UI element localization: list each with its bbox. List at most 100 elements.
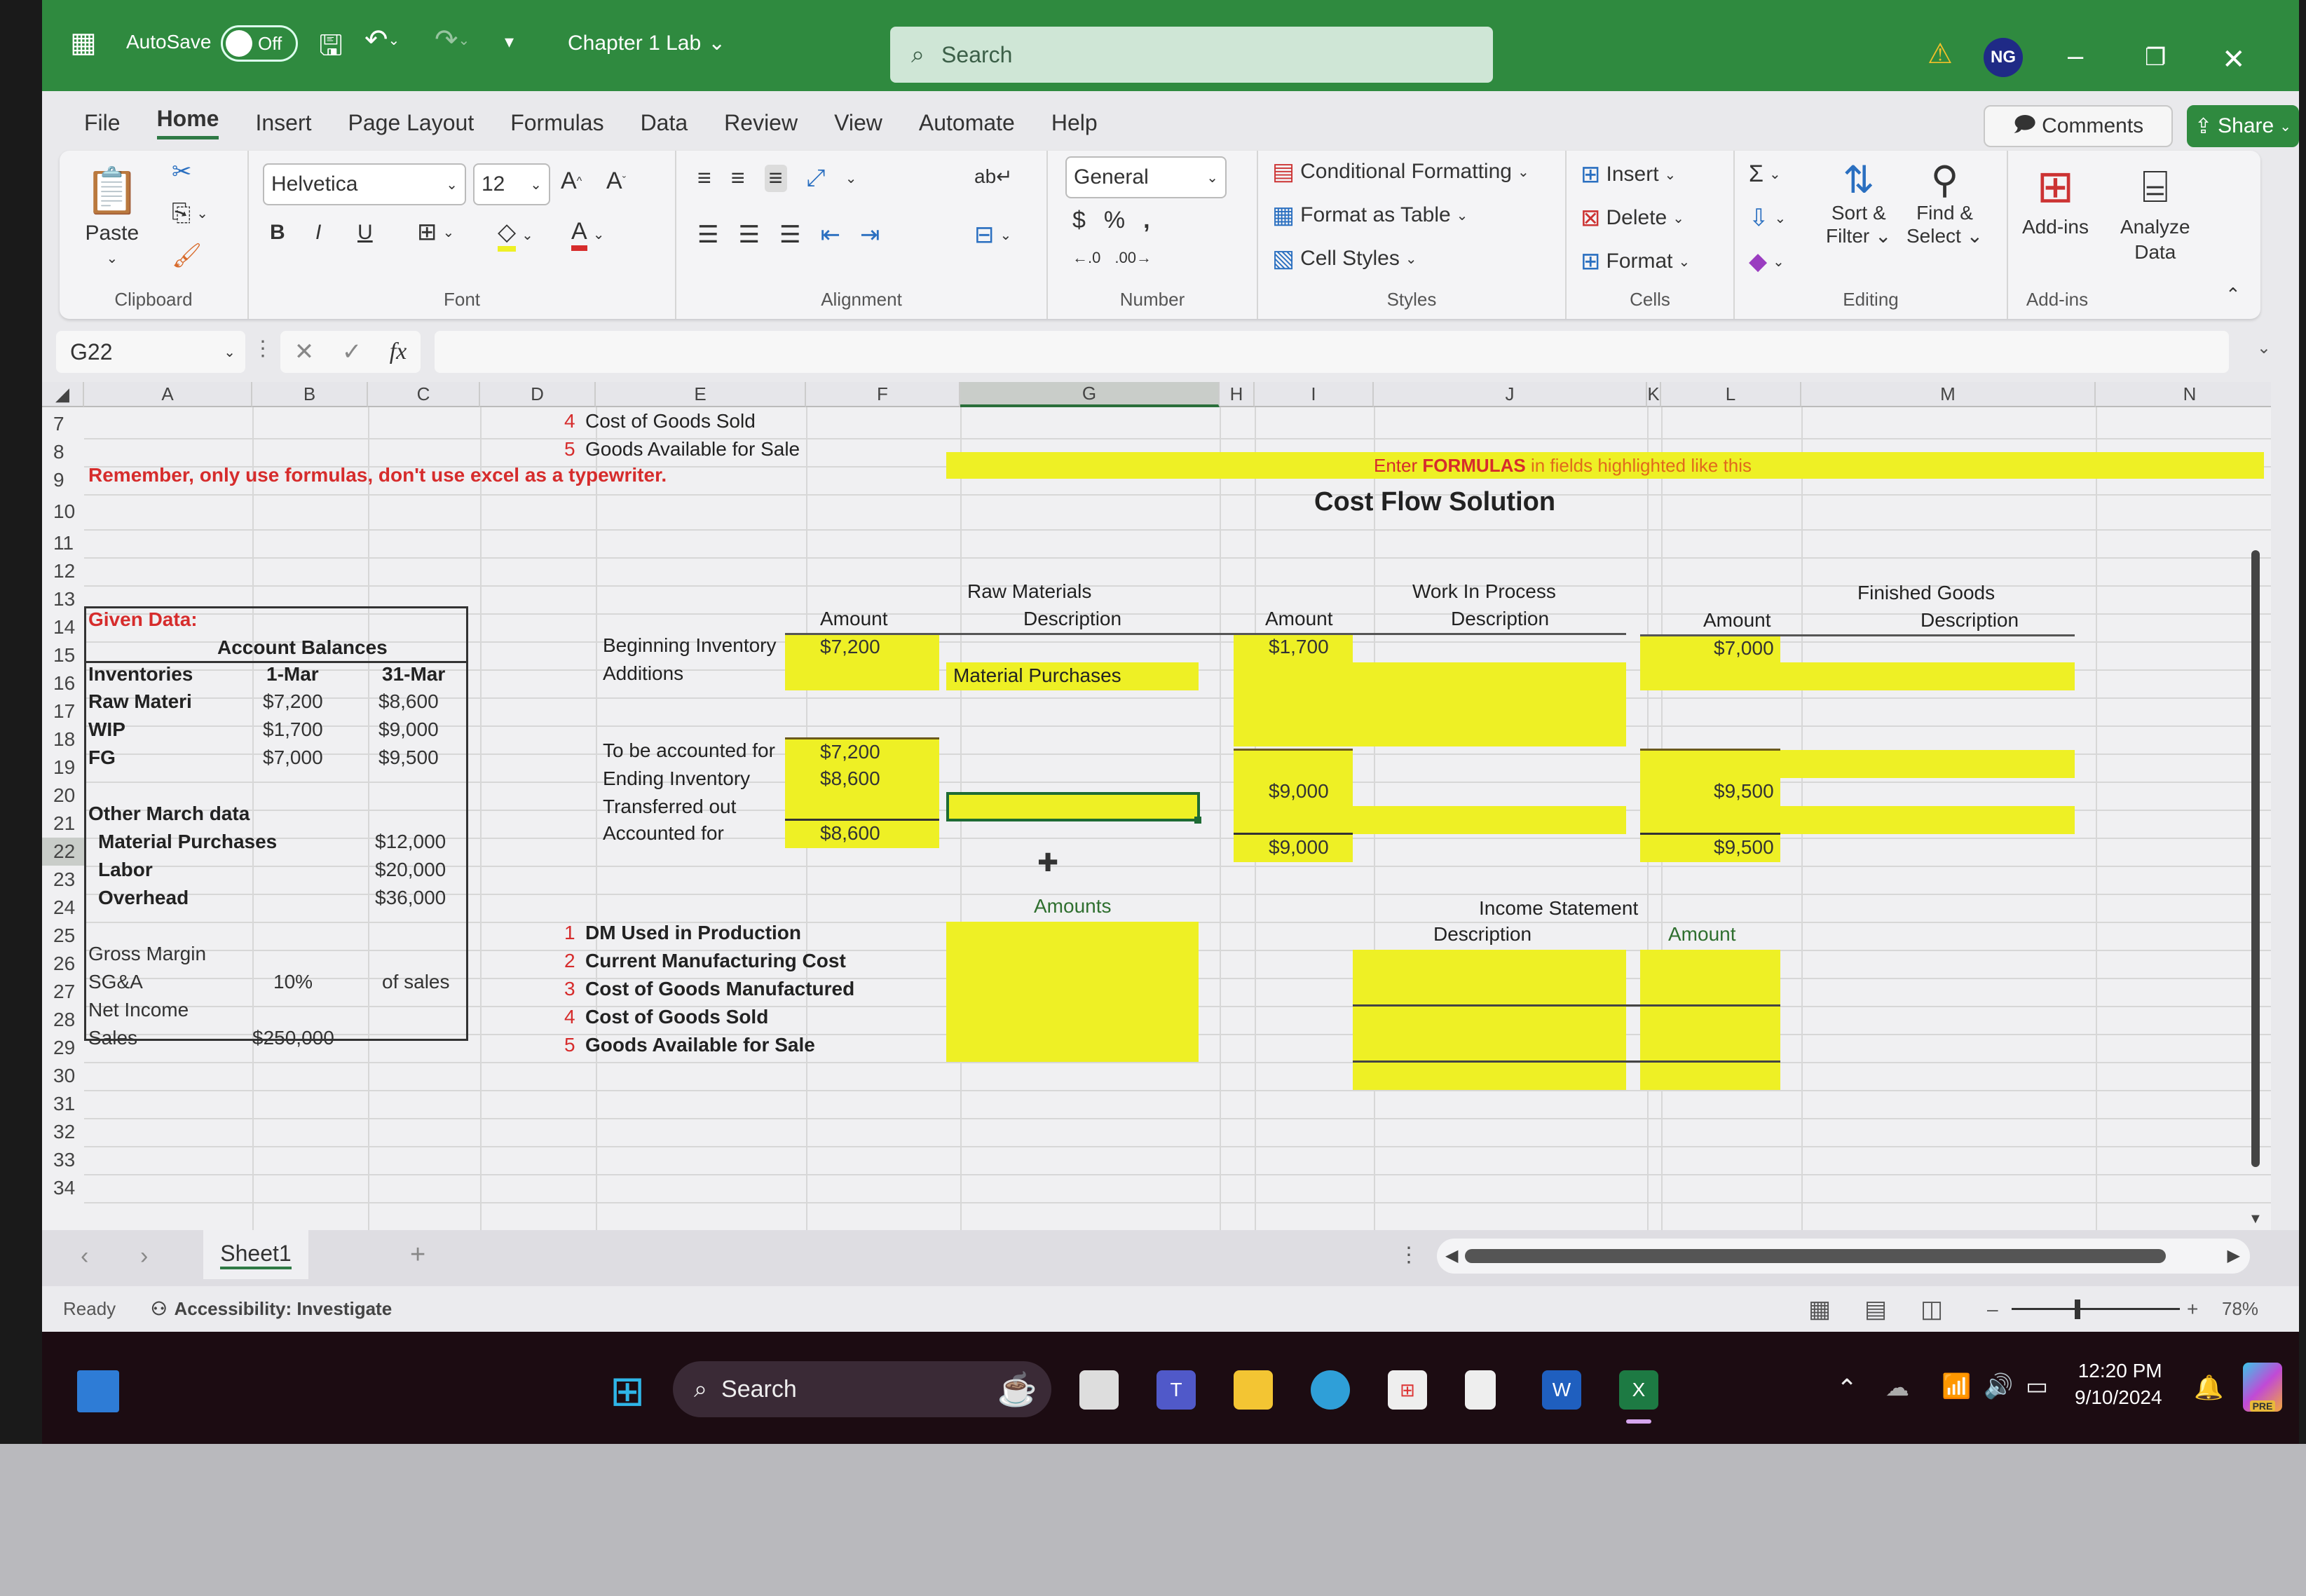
column-header-k[interactable]: K [1647,382,1661,407]
percent-icon[interactable]: % [1104,207,1125,234]
tab-home[interactable]: Home [156,106,219,139]
row-header-26[interactable]: 26 [42,950,84,978]
page-layout-view-icon[interactable]: ▤ [1864,1295,1887,1323]
more-sheets-icon[interactable]: ⋮ [1398,1243,1419,1267]
wip-to-be-accounted-cell[interactable] [1234,750,1353,778]
wrap-text-icon[interactable]: ab↵ [974,165,1013,188]
clock[interactable]: 12:20 PM 9/10/2024 [2075,1360,2162,1409]
row-header-21[interactable]: 21 [42,810,84,838]
row-header-24[interactable]: 24 [42,894,84,922]
accessibility-status[interactable]: ⚇ Accessibility: Investigate [151,1298,392,1320]
font-name-select[interactable]: Helvetica ⌄ [263,163,466,205]
font-color-icon[interactable]: A ⌄ [571,218,604,251]
horizontal-scrollbar[interactable]: ◀ ▶ [1437,1239,2250,1274]
widgets-icon[interactable] [77,1370,119,1412]
align-bottom-icon[interactable]: ≡ [764,165,787,192]
clear-icon[interactable]: ◆ ⌄ [1749,247,1785,275]
sort-filter-button[interactable]: ⇅ Sort & Filter ⌄ [1826,158,1891,247]
vertical-scroll-thumb[interactable] [2251,550,2260,1167]
share-button[interactable]: ⇪ Share ⌄ [2187,105,2299,147]
selected-cell-g22[interactable] [946,792,1200,821]
collapse-ribbon-icon[interactable]: ⌃ [2225,284,2241,306]
font-size-select[interactable]: 12 ⌄ [473,163,550,205]
fg-additions-cells[interactable] [1640,662,2075,690]
column-header-d[interactable]: D [480,382,596,407]
undo-icon[interactable]: ↶ ⌄ [364,24,400,56]
column-header-i[interactable]: I [1255,382,1374,407]
notepad-icon[interactable] [1465,1370,1496,1410]
row-header-19[interactable]: 19 [42,753,84,782]
row-header-17[interactable]: 17 [42,697,84,725]
file-explorer-icon[interactable] [1234,1370,1273,1410]
document-title[interactable]: Chapter 1 Lab ⌄ [568,31,725,55]
column-header-c[interactable]: C [368,382,480,407]
paste-button[interactable]: 📋 Paste ⌄ [84,165,140,267]
tab-view[interactable]: View [834,110,882,136]
wip-additions-cells[interactable] [1234,662,1626,746]
italic-button[interactable]: I [315,221,321,245]
align-left-icon[interactable]: ☰ [697,221,718,249]
tab-file[interactable]: File [84,110,121,136]
cell-styles-button[interactable]: ▧ Cell Styles ⌄ [1272,245,1417,273]
name-box[interactable]: G22 ⌄ [56,331,245,373]
row-header-15[interactable]: 15 [42,641,84,669]
income-desc-cells[interactable] [1353,950,1626,1090]
search-input[interactable]: ⌕ Search [890,27,1493,83]
formula-input[interactable] [435,331,2229,373]
row-header-20[interactable]: 20 [42,782,84,810]
column-header-h[interactable]: H [1220,382,1255,407]
income-amount-cells[interactable] [1640,950,1780,1090]
row-header-10[interactable]: 10 [42,494,84,529]
fg-transferred-desc-cell[interactable] [1780,806,2075,834]
zoom-level[interactable]: 78% [2222,1298,2258,1320]
row-header-27[interactable]: 27 [42,978,84,1006]
tab-review[interactable]: Review [724,110,798,136]
analyze-data-button[interactable]: ⌸ Analyze Data [2120,161,2190,264]
align-center-icon[interactable]: ☰ [738,221,759,249]
sheet-tab-sheet1[interactable]: Sheet1 [203,1230,308,1279]
tab-data[interactable]: Data [641,110,688,136]
warning-icon[interactable]: ⚠ [1928,38,1953,70]
store-icon[interactable]: ⊞ [1388,1370,1427,1410]
cancel-icon[interactable]: ✕ [294,338,315,366]
decrease-indent-icon[interactable]: ⇤ [820,221,840,249]
wifi-icon[interactable]: 📶 [1942,1372,1971,1400]
copilot-icon[interactable]: PRE [2243,1363,2282,1412]
row-header-34[interactable]: 34 [42,1174,84,1202]
zoom-slider-thumb[interactable] [2075,1300,2080,1319]
start-icon[interactable]: ⊞ [610,1367,645,1416]
prev-sheet-icon[interactable]: ‹ [81,1243,88,1270]
increase-font-icon[interactable]: A ^ [561,168,582,195]
next-sheet-icon[interactable]: › [140,1243,148,1270]
answers-amount-cells[interactable] [946,922,1199,1062]
merge-center-icon[interactable]: ⊟ ⌄ [974,221,1011,249]
currency-icon[interactable]: $ [1072,207,1086,234]
row-header-12[interactable]: 12 [42,557,84,585]
fill-icon[interactable]: ⇩ ⌄ [1749,204,1786,232]
addins-button[interactable]: ⊞ Add-ins [2022,161,2089,238]
insert-cells-button[interactable]: ⊞ Insert ⌄ [1581,161,1676,189]
tab-automate[interactable]: Automate [919,110,1015,136]
decrease-font-icon[interactable]: Aˇ [606,168,626,195]
tab-help[interactable]: Help [1051,110,1098,136]
restore-icon[interactable]: ❐ [2145,43,2166,71]
column-header-b[interactable]: B [252,382,368,407]
format-as-table-button[interactable]: ▦ Format as Table ⌄ [1272,201,1468,229]
vertical-scrollbar[interactable]: ▲ ▼ [2246,382,2264,1230]
align-right-icon[interactable]: ☰ [779,221,800,249]
row-header-9[interactable]: 9 [42,466,84,494]
row-header-32[interactable]: 32 [42,1118,84,1146]
row-header-31[interactable]: 31 [42,1090,84,1118]
normal-view-icon[interactable]: ▦ [1808,1295,1831,1323]
fg-to-be-accounted-cells[interactable] [1640,750,2075,778]
minimize-icon[interactable]: – [2068,41,2083,72]
row-header-16[interactable]: 16 [42,669,84,697]
save-icon[interactable]: 🖫 [319,25,343,73]
column-header-m[interactable]: M [1801,382,2096,407]
show-hidden-icons[interactable]: ⌃ [1836,1374,1857,1403]
orientation-icon[interactable]: ⤢ [807,165,826,192]
increase-indent-icon[interactable]: ⇥ [860,221,880,249]
redo-icon[interactable]: ↷ ⌄ [435,24,470,56]
row-header-25[interactable]: 25 [42,922,84,950]
row-header-29[interactable]: 29 [42,1034,84,1062]
